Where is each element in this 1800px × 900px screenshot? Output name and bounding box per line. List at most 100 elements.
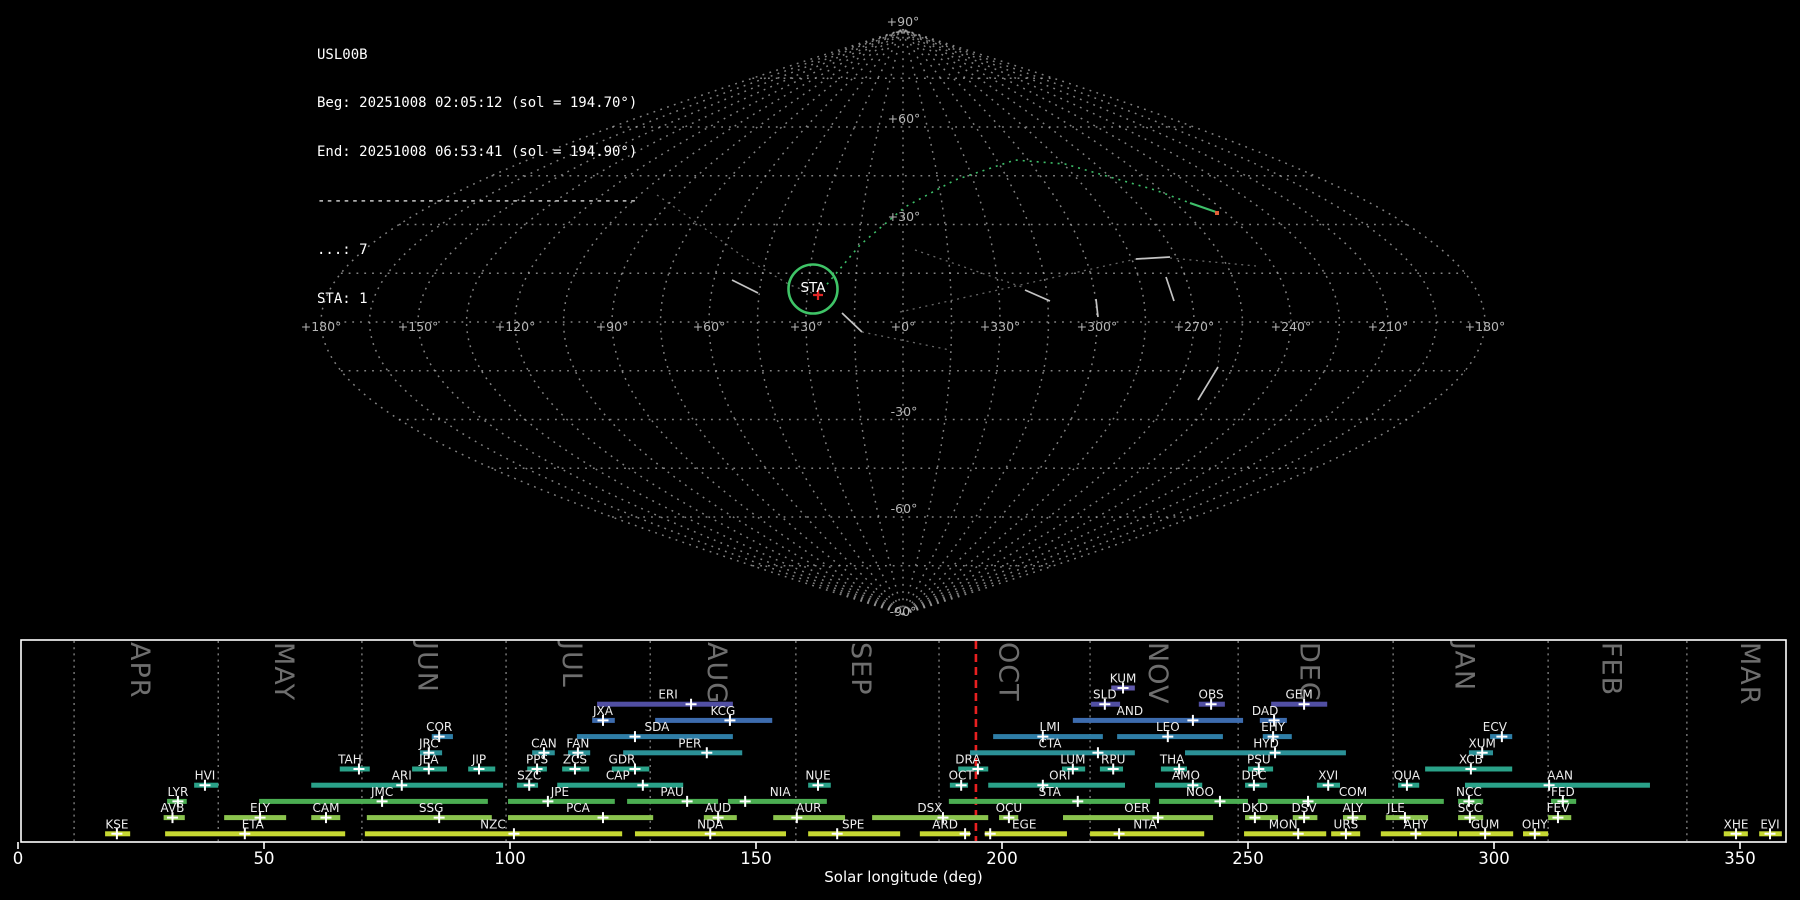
shower-KSE: KSE: [105, 817, 131, 840]
shower-activity-bar: [364, 831, 623, 837]
shower-code-label: OCU: [996, 801, 1023, 815]
shower-activity-bar: [773, 815, 846, 821]
shower-OCT: OCT: [949, 769, 974, 791]
shower-activity-bar: [1244, 831, 1327, 837]
shower-CAM: CAM: [311, 801, 341, 824]
shower-code-label: OER: [1124, 801, 1149, 815]
x-axis-tick-label: 50: [254, 849, 275, 868]
shower-JMC: JMC: [259, 785, 488, 807]
shower-code-label: NIA: [770, 785, 792, 799]
sta-radiant-label: STA: [800, 280, 826, 296]
shower-TAH: TAH: [337, 753, 370, 775]
map-longitude-label: +60°: [693, 319, 726, 334]
map-latitude-label: +90°: [887, 14, 920, 29]
shower-NOO: NOO: [1158, 785, 1248, 807]
shower-code-label: RPU: [1101, 753, 1125, 767]
shower-code-label: DSV: [1292, 801, 1318, 815]
shower-code-label: QUA: [1394, 769, 1421, 783]
map-longitude-label: +300°: [1077, 319, 1118, 334]
month-label: MAY: [268, 642, 299, 701]
shower-JPE: JPE: [508, 785, 615, 807]
track-dotted: [899, 258, 1137, 313]
shower-code-label: NUE: [805, 769, 830, 783]
shower-code-label: GDR: [609, 753, 636, 767]
shower-code-label: GUM: [1471, 817, 1499, 831]
x-axis-tick-label: 200: [986, 849, 1018, 868]
activity-timeline-chart: APR MAY JUN JUL AUG SEP OCT NOV DEC JAN FEB MARKUME…: [13, 639, 1787, 886]
shower-activity-bar: [508, 815, 654, 821]
shower-code-label: PSU: [1247, 753, 1271, 767]
shower-SSG: SSG: [366, 801, 492, 824]
shower-activity-bar: [872, 815, 989, 821]
shower-code-label: JRC: [418, 736, 439, 750]
shower-EGE: EGE: [984, 817, 1067, 840]
map-latitude-label: +30°: [888, 209, 921, 224]
shower-code-label: COR: [426, 720, 452, 734]
shower-KCG: KCG: [655, 704, 773, 726]
shower-code-label: SDA: [645, 720, 671, 734]
shower-peak-marker: [637, 779, 649, 791]
shower-code-label: AUR: [796, 801, 821, 815]
sta-count: STA: 1: [317, 291, 368, 308]
shower-code-label: OHY: [1522, 817, 1548, 831]
shower-ARD: ARD: [919, 817, 971, 840]
shower-peak-marker: [508, 828, 520, 840]
shower-peak-marker: [597, 812, 609, 824]
shower-code-label: STA: [1039, 785, 1062, 799]
shower-code-label: URS: [1334, 817, 1359, 831]
shower-STA: STA: [948, 785, 1151, 807]
shower-code-label: EVI: [1760, 817, 1779, 831]
shower-code-label: CAP: [606, 769, 630, 783]
shower-SPE: SPE: [808, 817, 901, 840]
track-dotted: [1217, 327, 1222, 368]
shower-ARI: ARI: [311, 769, 504, 791]
shower-ZCS: ZCS: [562, 753, 590, 775]
shower-code-label: ETA: [242, 817, 265, 831]
shower-GUM: GUM: [1459, 817, 1514, 840]
shower-NDA: NDA: [634, 817, 787, 840]
observation-header: USL00B Beg: 20251008 02:05:12 (sol = 194…: [317, 14, 637, 340]
shower-PCA: PCA: [508, 801, 654, 824]
shower-code-label: XHE: [1724, 817, 1749, 831]
shower-EVI: EVI: [1759, 817, 1782, 840]
shower-peak-marker: [701, 747, 713, 759]
shower-code-label: LEO: [1156, 720, 1180, 734]
shower-code-label: PAU: [660, 785, 683, 799]
radiant-drift-track: [656, 194, 813, 294]
shower-code-label: THA: [1159, 753, 1185, 767]
shower-code-label: JMC: [370, 785, 393, 799]
shower-FEV: FEV: [1547, 801, 1572, 824]
x-axis-tick-label: 150: [740, 849, 772, 868]
shower-code-label: KUM: [1110, 672, 1137, 686]
x-axis-tick-label: 250: [1232, 849, 1264, 868]
shower-AHY: AHY: [1380, 817, 1458, 840]
shower-code-label: PER: [678, 736, 701, 750]
shower-code-label: MON: [1269, 817, 1298, 831]
shower-code-label: LMI: [1040, 720, 1061, 734]
shower-DPC: DPC: [1241, 769, 1268, 791]
shower-code-label: DKD: [1242, 801, 1268, 815]
shower-code-label: HVI: [195, 769, 216, 783]
shower-peak-marker: [1072, 795, 1084, 807]
shower-code-label: NOO: [1186, 785, 1214, 799]
shower-code-label: OBS: [1199, 688, 1224, 702]
shower-code-label: DPC: [1241, 769, 1266, 783]
shower-XHE: XHE: [1724, 817, 1749, 840]
shower-code-label: NTA: [1133, 817, 1157, 831]
shower-code-label: AND: [1117, 704, 1143, 718]
shower-JIP: JIP: [468, 753, 496, 775]
map-latitude-label: -30°: [891, 404, 918, 419]
shower-code-label: JXA: [592, 704, 614, 718]
shower-OHY: OHY: [1522, 817, 1548, 840]
grid-meridian: [902, 28, 1389, 616]
shower-AVB: AVB: [161, 801, 185, 824]
map-longitude-label: +240°: [1271, 319, 1312, 334]
shower-code-label: CAN: [531, 736, 557, 750]
shower-MON: MON: [1244, 817, 1327, 840]
shower-XCB: XCB: [1425, 753, 1513, 775]
shower-code-label: LYR: [168, 785, 189, 799]
shower-code-label: TAH: [337, 753, 362, 767]
map-longitude-label: +0°: [891, 319, 916, 334]
map-longitude-label: +210°: [1368, 319, 1409, 334]
shower-code-label: JPE: [550, 785, 569, 799]
